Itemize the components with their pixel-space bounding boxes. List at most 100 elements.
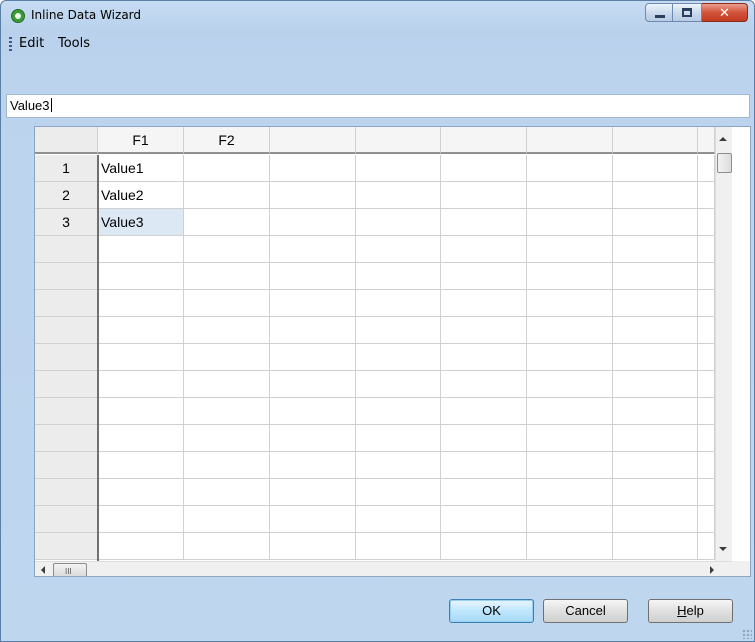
grid-cell[interactable] — [698, 263, 715, 290]
grid-cell[interactable] — [184, 479, 270, 506]
grid-cell[interactable] — [184, 290, 270, 317]
grid-cell[interactable] — [698, 479, 715, 506]
row-header[interactable]: 1 — [35, 155, 98, 182]
grid-cell[interactable] — [98, 371, 184, 398]
grid-cell[interactable] — [356, 452, 441, 479]
grid-cell[interactable] — [698, 209, 715, 236]
grid-cell[interactable] — [270, 263, 356, 290]
cancel-button[interactable]: Cancel — [543, 599, 628, 623]
scroll-up-icon[interactable] — [719, 137, 727, 141]
grid-cell[interactable] — [98, 533, 184, 560]
grid-cell[interactable] — [527, 533, 613, 560]
grid-cell[interactable] — [184, 263, 270, 290]
grid-cell[interactable] — [356, 344, 441, 371]
grid-cell[interactable] — [98, 290, 184, 317]
grid-cell[interactable] — [270, 533, 356, 560]
vertical-scrollbar[interactable] — [715, 127, 732, 561]
grid-cell[interactable] — [98, 452, 184, 479]
grid-cell[interactable] — [527, 263, 613, 290]
grid-cell[interactable] — [613, 155, 698, 182]
grid-cell[interactable] — [441, 425, 527, 452]
grid-cell[interactable] — [98, 506, 184, 533]
grid-cell[interactable] — [270, 344, 356, 371]
grid-cell[interactable] — [613, 425, 698, 452]
grid-cell[interactable] — [527, 317, 613, 344]
grid-cell[interactable] — [356, 182, 441, 209]
grid-cell[interactable] — [98, 317, 184, 344]
menu-edit[interactable]: Edit — [19, 36, 44, 51]
scroll-down-icon[interactable] — [719, 547, 727, 551]
grid-cell[interactable] — [527, 209, 613, 236]
grid-cell[interactable] — [613, 371, 698, 398]
selected-grid-cell[interactable]: Value3 — [98, 209, 184, 236]
grid-cell[interactable]: Value2 — [98, 182, 184, 209]
grid-cell[interactable] — [441, 155, 527, 182]
grid-cell[interactable] — [613, 398, 698, 425]
grid-cell[interactable] — [613, 182, 698, 209]
grid-cell[interactable] — [184, 506, 270, 533]
grid-cell[interactable] — [613, 236, 698, 263]
menu-tools[interactable]: Tools — [58, 36, 90, 51]
grid-cell[interactable] — [698, 452, 715, 479]
grid-cell[interactable] — [698, 371, 715, 398]
row-header[interactable] — [35, 506, 98, 533]
grid-cell[interactable] — [184, 398, 270, 425]
horizontal-scroll-thumb[interactable]: III — [53, 563, 87, 576]
grid-cell[interactable] — [184, 155, 270, 182]
grid-cell[interactable] — [441, 182, 527, 209]
grid-cell[interactable] — [527, 344, 613, 371]
grid-cell[interactable] — [441, 263, 527, 290]
grid-cell[interactable] — [698, 398, 715, 425]
grid-cell[interactable] — [527, 182, 613, 209]
minimize-button[interactable] — [645, 3, 673, 22]
column-header-3[interactable] — [270, 127, 356, 154]
grid-cell[interactable] — [270, 155, 356, 182]
grid-cell[interactable] — [613, 452, 698, 479]
grid-cell[interactable] — [270, 236, 356, 263]
grid-cell[interactable] — [527, 479, 613, 506]
grid-cell[interactable] — [184, 452, 270, 479]
row-header[interactable] — [35, 371, 98, 398]
grid-cell[interactable] — [270, 425, 356, 452]
close-button[interactable]: ✕ — [702, 3, 748, 22]
grid-cell[interactable] — [356, 479, 441, 506]
grid-cell[interactable] — [698, 290, 715, 317]
grid-cell[interactable] — [613, 209, 698, 236]
row-header[interactable]: 2 — [35, 182, 98, 209]
grid-cell[interactable] — [270, 290, 356, 317]
grid-cell[interactable] — [356, 290, 441, 317]
grid-cell[interactable] — [441, 371, 527, 398]
grid-cell[interactable] — [698, 425, 715, 452]
grid-cell[interactable] — [613, 479, 698, 506]
grid-cell[interactable] — [356, 155, 441, 182]
grid-cell[interactable] — [613, 263, 698, 290]
grid-cell[interactable] — [184, 344, 270, 371]
column-header-7[interactable] — [613, 127, 698, 154]
grid-cell[interactable] — [356, 263, 441, 290]
grid-cell[interactable] — [270, 209, 356, 236]
row-header[interactable] — [35, 425, 98, 452]
grid-cell[interactable] — [356, 506, 441, 533]
grid-cell[interactable] — [184, 317, 270, 344]
column-header-8[interactable] — [698, 127, 715, 154]
row-header[interactable]: 3 — [35, 209, 98, 236]
grid-cell[interactable] — [441, 236, 527, 263]
grid-cell[interactable] — [184, 209, 270, 236]
grid-cell[interactable] — [184, 425, 270, 452]
row-header[interactable] — [35, 452, 98, 479]
column-header-4[interactable] — [356, 127, 441, 154]
horizontal-scrollbar[interactable]: III — [35, 561, 732, 576]
grid-cell[interactable] — [184, 182, 270, 209]
grid-cell[interactable] — [613, 317, 698, 344]
row-header[interactable] — [35, 533, 98, 560]
title-bar[interactable]: Inline Data Wizard ✕ — [1, 1, 754, 31]
grid-cell[interactable] — [270, 317, 356, 344]
column-header-6[interactable] — [527, 127, 613, 154]
row-header[interactable] — [35, 479, 98, 506]
grid-cell[interactable] — [527, 290, 613, 317]
grid-cell[interactable] — [270, 452, 356, 479]
grid-cell[interactable] — [98, 236, 184, 263]
grid-cell[interactable] — [98, 398, 184, 425]
scroll-right-icon[interactable] — [710, 566, 714, 574]
grid-cell[interactable] — [613, 506, 698, 533]
